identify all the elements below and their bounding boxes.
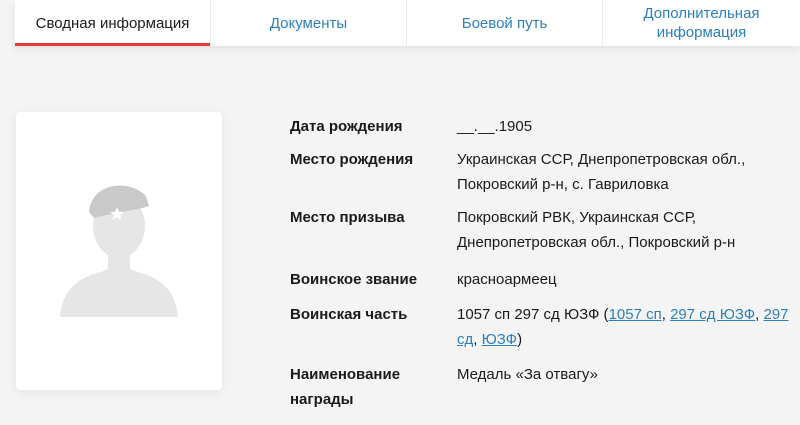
soldier-silhouette-icon: [60, 185, 178, 317]
award-label: Наименование награды: [290, 366, 401, 408]
conscription-place-label: Место призыва: [290, 209, 405, 226]
unit-value: 1057 сп 297 сд ЮЗФ (1057 сп, 297 сд ЮЗФ,…: [457, 302, 797, 352]
tab-additional-info[interactable]: Дополнительная информация: [603, 0, 800, 46]
unit-separator: ,: [473, 331, 482, 348]
birth-date-label: Дата рождения: [290, 118, 403, 135]
unit-value-prefix: 1057 сп 297 сд ЮЗФ (: [457, 306, 609, 323]
unit-separator: ,: [661, 306, 671, 323]
unit-value-suffix: ): [517, 331, 523, 348]
photo-card: [16, 112, 222, 390]
tab-bar: Сводная информация Документы Боевой путь…: [15, 0, 800, 46]
birth-place-value: Украинская ССР, Днепропетровская обл., П…: [457, 151, 746, 193]
unit-link-1057-sp[interactable]: 1057 сп: [609, 306, 662, 323]
birth-date-value: __.__.1905: [457, 118, 533, 135]
rank-label: Воинское звание: [290, 271, 418, 288]
unit-link-yuzf[interactable]: ЮЗФ: [482, 331, 517, 348]
birth-place-label: Место рождения: [290, 151, 414, 168]
unit-label: Воинская часть: [290, 306, 408, 323]
tab-battle-path[interactable]: Боевой путь: [407, 0, 603, 46]
rank-value: красноармеец: [457, 271, 557, 288]
tab-summary[interactable]: Сводная информация: [15, 0, 211, 46]
conscription-place-value: Покровский РВК, Украинская ССР, Днепропе…: [457, 209, 736, 251]
unit-separator: ,: [755, 306, 764, 323]
tab-documents[interactable]: Документы: [211, 0, 407, 46]
unit-link-297-sd-yuzf[interactable]: 297 сд ЮЗФ: [670, 306, 755, 323]
award-value: Медаль «За отвагу»: [457, 366, 598, 383]
